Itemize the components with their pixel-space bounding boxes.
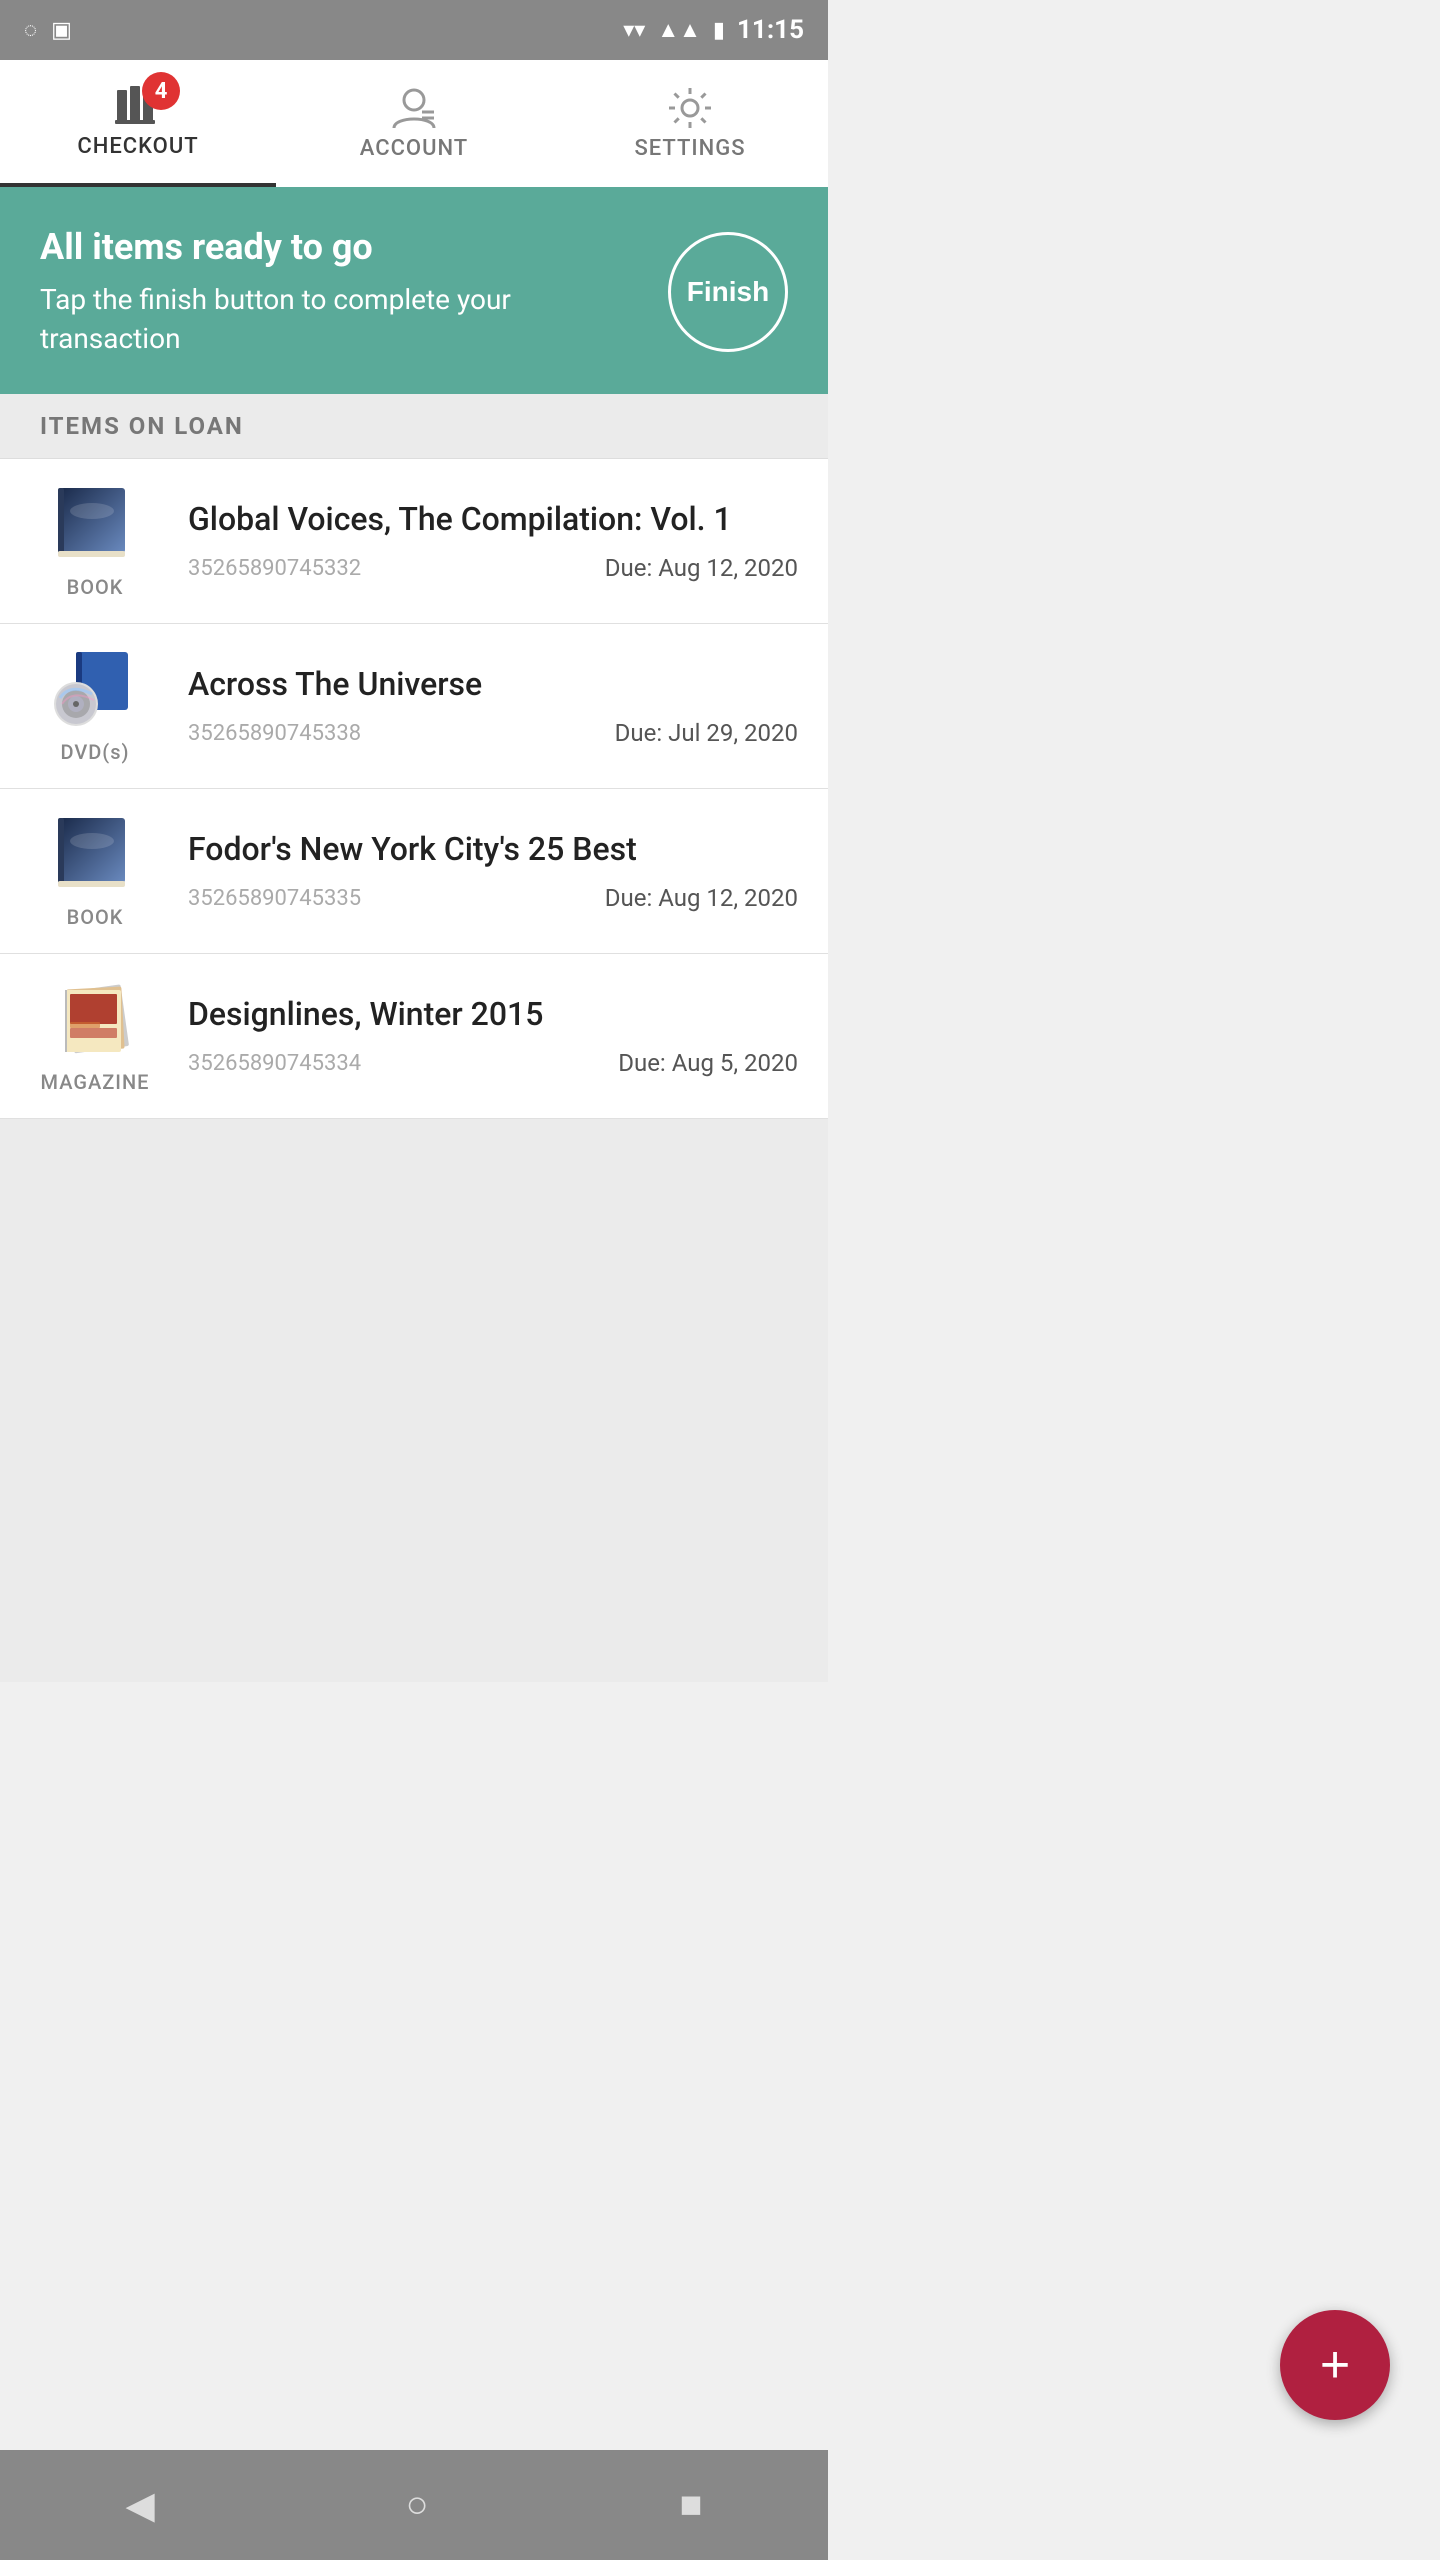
banner-text: All items ready to go Tap the finish but… (40, 226, 638, 358)
settings-label: SETTINGS (634, 136, 745, 161)
checkout-banner: All items ready to go Tap the finish but… (0, 190, 828, 394)
item-meta-3: 35265890745335 Due: Aug 12, 2020 (188, 884, 798, 912)
item-title-2: Across The Universe (188, 665, 798, 703)
item-details-1: Global Voices, The Compilation: Vol. 1 3… (160, 500, 798, 582)
list-item: BOOK Fodor's New York City's 25 Best 352… (0, 789, 828, 954)
status-bar: ◌ ▣ ▾▾ ▲▲ ▮ 11:15 (0, 0, 828, 60)
item-meta-2: 35265890745338 Due: Jul 29, 2020 (188, 719, 798, 747)
item-barcode-3: 35265890745335 (188, 886, 361, 911)
wifi-icon: ▾▾ (623, 18, 645, 43)
banner-title: All items ready to go (40, 226, 638, 268)
recents-button[interactable]: ■ (680, 2484, 703, 2527)
home-button[interactable]: ○ (406, 2484, 429, 2527)
item-due-2: Due: Jul 29, 2020 (615, 719, 798, 747)
checkout-label: CHECKOUT (77, 134, 198, 159)
item-type-2: DVD(s) (60, 740, 129, 764)
list-item: BOOK Global Voices, The Compilation: Vol… (0, 459, 828, 624)
item-due-3: Due: Aug 12, 2020 (605, 884, 798, 912)
book-icon-2 (50, 813, 140, 893)
finish-button[interactable]: Finish (668, 232, 788, 352)
item-media-dvd: DVD(s) (30, 648, 160, 764)
status-bar-right: ▾▾ ▲▲ ▮ 11:15 (623, 15, 804, 45)
list-item: DVD(s) Across The Universe 3526589074533… (0, 624, 828, 789)
item-meta-1: 35265890745332 Due: Aug 12, 2020 (188, 554, 798, 582)
settings-icon (667, 86, 713, 130)
book-icon (50, 483, 140, 563)
banner-subtitle: Tap the finish button to complete your t… (40, 280, 638, 358)
sd-icon: ▣ (51, 18, 72, 43)
item-barcode-1: 35265890745332 (188, 556, 361, 581)
gray-fill-area (0, 1119, 828, 1682)
back-button[interactable]: ◀ (125, 2483, 154, 2528)
item-title-1: Global Voices, The Compilation: Vol. 1 (188, 500, 798, 538)
section-header: ITEMS ON LOAN (0, 394, 828, 459)
bottom-nav-bar: ◀ ○ ■ (0, 2450, 828, 2560)
add-item-fab[interactable]: + (1280, 2310, 1390, 2420)
item-barcode-2: 35265890745338 (188, 721, 361, 746)
status-time: 11:15 (737, 15, 804, 45)
list-item: MAGAZINE Designlines, Winter 2015 352658… (0, 954, 828, 1119)
item-details-2: Across The Universe 35265890745338 Due: … (160, 665, 798, 747)
circle-icon: ◌ (24, 17, 37, 43)
battery-icon: ▮ (713, 18, 725, 43)
item-type-1: BOOK (67, 575, 124, 599)
item-due-1: Due: Aug 12, 2020 (605, 554, 798, 582)
account-label: ACCOUNT (360, 136, 468, 161)
item-title-3: Fodor's New York City's 25 Best (188, 830, 798, 868)
item-media-magazine: MAGAZINE (30, 978, 160, 1094)
item-details-4: Designlines, Winter 2015 35265890745334 … (160, 995, 798, 1077)
item-media-book-3: BOOK (30, 813, 160, 929)
tab-settings[interactable]: SETTINGS (552, 60, 828, 187)
account-icon (390, 86, 438, 130)
dvd-icon (50, 648, 140, 728)
signal-icon: ▲▲ (657, 17, 701, 43)
status-bar-left: ◌ ▣ (24, 17, 72, 43)
item-meta-4: 35265890745334 Due: Aug 5, 2020 (188, 1049, 798, 1077)
item-details-3: Fodor's New York City's 25 Best 35265890… (160, 830, 798, 912)
item-type-4: MAGAZINE (41, 1070, 150, 1094)
tab-checkout[interactable]: 4 CHECKOUT (0, 60, 276, 187)
item-media-book-1: BOOK (30, 483, 160, 599)
item-barcode-4: 35265890745334 (188, 1051, 361, 1076)
item-due-4: Due: Aug 5, 2020 (618, 1049, 798, 1077)
checkout-badge: 4 (142, 72, 180, 110)
top-nav: 4 CHECKOUT ACCOUNT (0, 60, 828, 190)
tab-account[interactable]: ACCOUNT (276, 60, 552, 187)
page-wrapper: 4 CHECKOUT ACCOUNT (0, 60, 828, 1682)
items-list: BOOK Global Voices, The Compilation: Vol… (0, 459, 828, 1119)
item-title-4: Designlines, Winter 2015 (188, 995, 798, 1033)
item-type-3: BOOK (67, 905, 124, 929)
magazine-icon (50, 978, 140, 1058)
